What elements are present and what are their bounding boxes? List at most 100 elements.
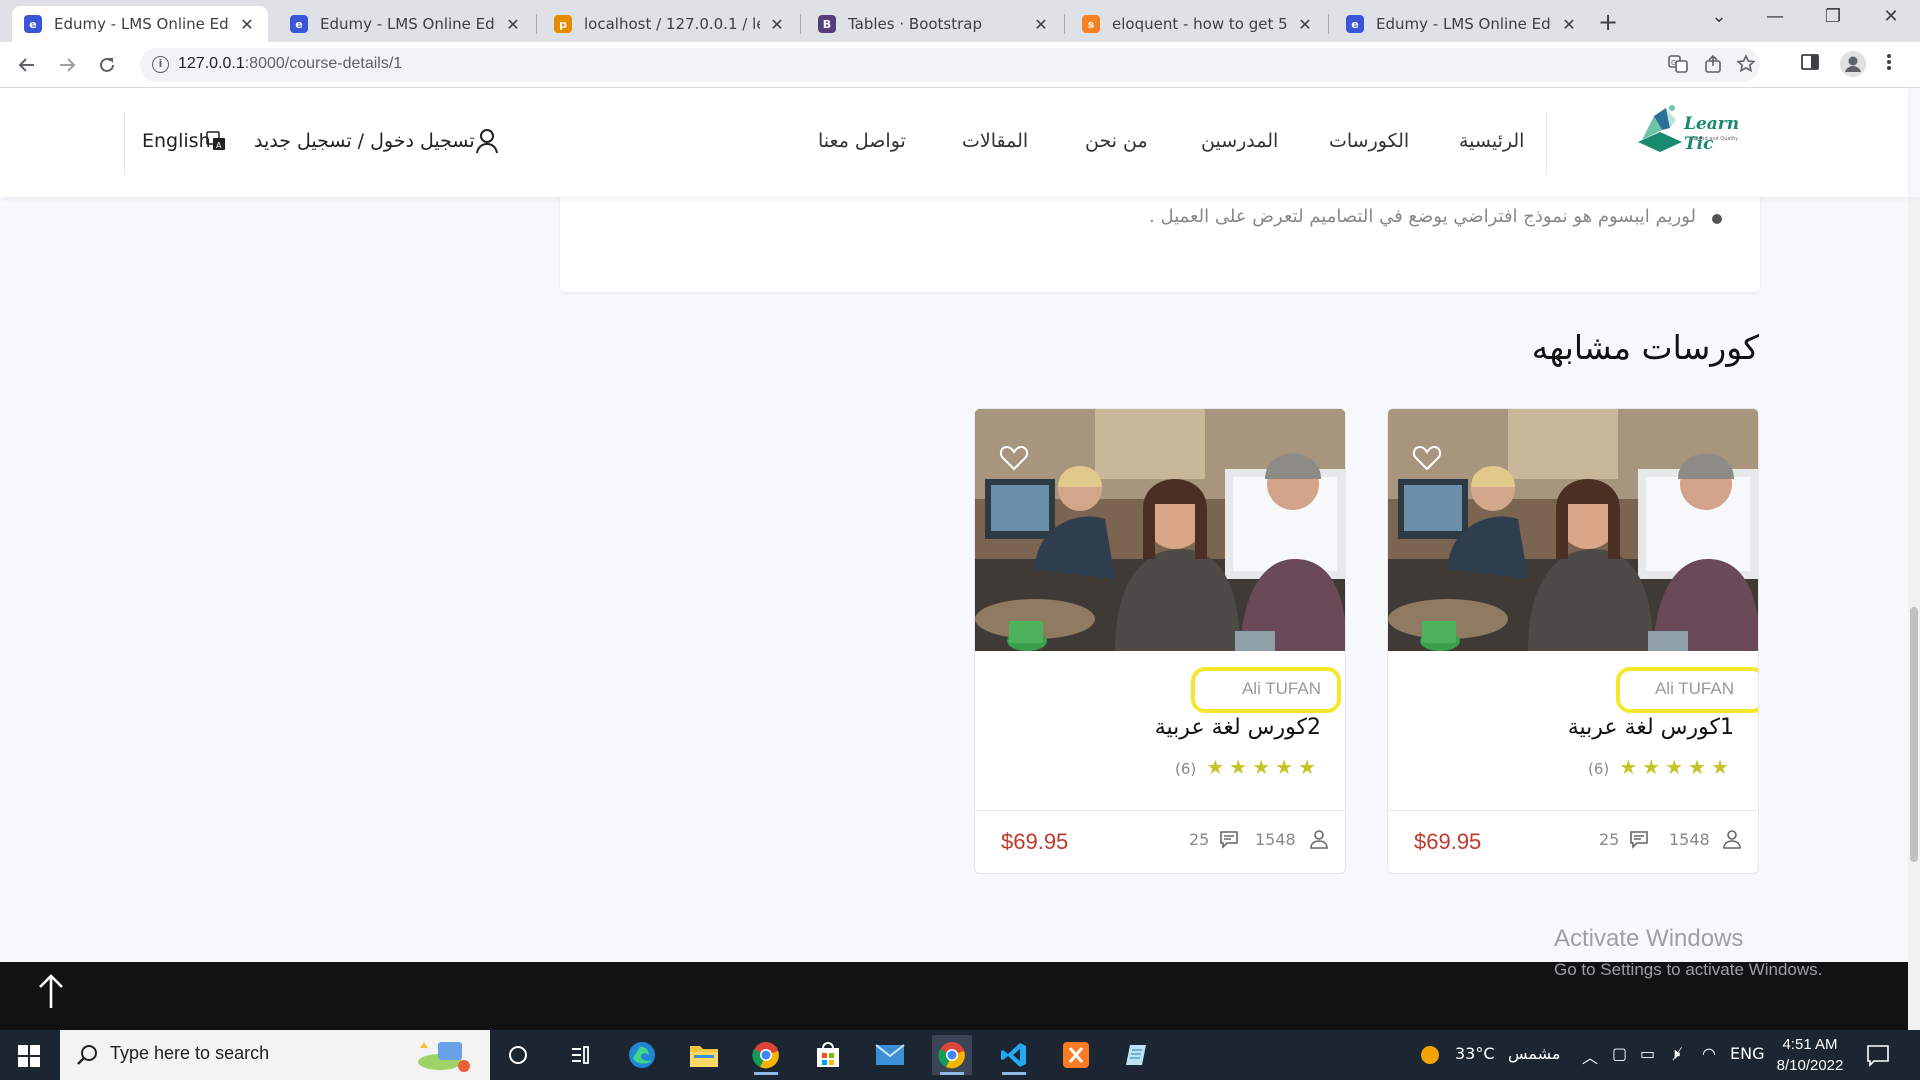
weather-temperature[interactable]: 33°C xyxy=(1455,1044,1495,1063)
user-icon[interactable] xyxy=(475,128,499,154)
browser-tab-5[interactable]: s eloquent - how to get 5 cat ✕ xyxy=(1070,6,1326,42)
student-icon xyxy=(1310,830,1328,849)
file-explorer-icon[interactable] xyxy=(684,1035,724,1075)
logo-mark-icon xyxy=(1638,105,1682,152)
browser-tab-2[interactable]: e Edumy - LMS Online Educat ✕ xyxy=(278,6,534,42)
comment-count: 25 xyxy=(1599,830,1620,849)
course-title[interactable]: 2كورس لغة عربية xyxy=(1155,715,1321,740)
chrome-active-icon[interactable] xyxy=(932,1035,972,1075)
arrow-right-icon xyxy=(60,58,76,72)
stackoverflow-icon: s xyxy=(1082,15,1100,33)
bootstrap-icon: B xyxy=(818,15,836,33)
side-panel-icon[interactable] xyxy=(1800,52,1820,77)
wifi-icon[interactable]: ◠ xyxy=(1702,1044,1716,1063)
windows-start-icon[interactable] xyxy=(18,1045,40,1067)
browser-menu-icon[interactable] xyxy=(1886,52,1892,77)
course-image[interactable] xyxy=(975,409,1345,651)
close-icon[interactable]: ✕ xyxy=(1560,15,1578,34)
input-language[interactable]: ENG xyxy=(1730,1044,1764,1063)
comment-icon xyxy=(1630,831,1648,849)
course-card[interactable]: Ali TUFAN 2كورس لغة عربية ★★★★★ (6) $69.… xyxy=(974,408,1346,874)
tab-title: localhost / 127.0.0.1 / learn xyxy=(584,15,760,33)
volume-muted-icon[interactable]: 🕨̸ xyxy=(1670,1044,1680,1064)
forward-button[interactable] xyxy=(52,50,82,80)
edumy-icon: e xyxy=(1346,15,1364,33)
page-scrollbar[interactable] xyxy=(1908,197,1920,1030)
student-count: 1548 xyxy=(1255,830,1296,849)
scrollbar-thumb[interactable] xyxy=(1910,607,1918,862)
course-title[interactable]: 1كورس لغة عربية xyxy=(1568,715,1734,740)
site-header: Learn Tic Speed and Quality الرئيسية الك… xyxy=(0,88,1908,197)
nav-articles[interactable]: المقالات xyxy=(962,130,1028,152)
edge-icon[interactable] xyxy=(622,1035,662,1075)
course-card[interactable]: Ali TUFAN 1كورس لغة عربية ★★★★★ (6) $69.… xyxy=(1387,408,1759,874)
vscode-icon[interactable] xyxy=(994,1035,1034,1075)
close-icon[interactable]: ✕ xyxy=(504,15,522,34)
language-switch[interactable]: English xyxy=(142,130,211,152)
profile-avatar[interactable] xyxy=(1840,51,1866,77)
nav-about[interactable]: من نحن xyxy=(1085,130,1148,152)
mail-icon[interactable] xyxy=(870,1035,910,1075)
heart-icon[interactable] xyxy=(1412,443,1442,473)
browser-tab-4[interactable]: B Tables · Bootstrap ✕ xyxy=(806,6,1062,42)
person-icon xyxy=(1845,56,1861,72)
window-close-button[interactable]: ✕ xyxy=(1876,6,1906,27)
student-icon xyxy=(1723,830,1741,849)
new-tab-button[interactable]: + xyxy=(1598,8,1618,36)
office-photo-image xyxy=(1388,409,1758,651)
tab-separator xyxy=(800,14,801,34)
tray-chevron-icon[interactable]: ︿ xyxy=(1582,1044,1598,1068)
nav-contact[interactable]: تواصل معنا xyxy=(818,130,906,152)
logo-tagline: Speed and Quality xyxy=(1692,136,1739,142)
battery-icon[interactable]: ▭ xyxy=(1640,1044,1655,1063)
translate-icon[interactable]: G xyxy=(1668,54,1688,79)
close-icon[interactable]: ✕ xyxy=(1296,15,1314,34)
search-placeholder: Type here to search xyxy=(110,1043,270,1063)
card-divider xyxy=(1388,810,1758,811)
nav-home[interactable]: الرئيسية xyxy=(1459,130,1524,152)
bookmark-star-icon[interactable] xyxy=(1736,54,1756,79)
notification-center-icon[interactable] xyxy=(1866,1043,1890,1067)
store-icon[interactable] xyxy=(808,1035,848,1075)
xampp-icon[interactable] xyxy=(1056,1035,1096,1075)
restore-button[interactable]: ❐ xyxy=(1818,6,1848,27)
close-icon[interactable]: ✕ xyxy=(238,15,256,34)
share-icon[interactable] xyxy=(1704,54,1724,79)
close-icon[interactable]: ✕ xyxy=(1032,15,1050,34)
browser-tab-3[interactable]: p localhost / 127.0.0.1 / learn ✕ xyxy=(542,6,798,42)
tab-search-chevron-icon[interactable]: ⌄ xyxy=(1704,6,1734,27)
close-icon[interactable]: ✕ xyxy=(768,15,786,34)
review-count: (6) xyxy=(1588,760,1610,778)
nav-teachers[interactable]: المدرسين xyxy=(1201,130,1278,152)
heart-icon[interactable] xyxy=(999,443,1029,473)
taskbar-clock[interactable]: 4:51 AM 8/10/2022 xyxy=(1770,1034,1850,1076)
instructor-name[interactable]: Ali TUFAN xyxy=(1242,679,1321,699)
browser-tab-6[interactable]: e Edumy - LMS Online Educat ✕ xyxy=(1334,6,1590,42)
clock-date: 8/10/2022 xyxy=(1776,1057,1844,1074)
login-register-link[interactable]: تسجيل دخول / تسجيل جديد xyxy=(254,130,475,152)
task-view-icon[interactable] xyxy=(498,1035,538,1075)
weather-sun-icon[interactable] xyxy=(1420,1045,1440,1065)
chrome-icon[interactable] xyxy=(746,1035,786,1075)
taskbar-search-box[interactable]: Type here to search xyxy=(60,1030,490,1080)
arrow-up-icon[interactable] xyxy=(36,972,66,1012)
meet-now-icon[interactable]: ▢ xyxy=(1612,1044,1627,1063)
site-logo[interactable]: Learn Tic Speed and Quality xyxy=(1632,102,1772,162)
reload-button[interactable] xyxy=(92,50,122,80)
translate-icon[interactable]: A xyxy=(206,131,226,151)
instructor-name[interactable]: Ali TUFAN xyxy=(1655,679,1734,699)
card-divider xyxy=(975,810,1345,811)
weather-condition[interactable]: مشمس xyxy=(1508,1044,1561,1063)
address-bar[interactable]: i 127.0.0.1:8000/course-details/1 G xyxy=(140,48,1760,82)
minimize-button[interactable]: — xyxy=(1760,6,1790,27)
review-count: (6) xyxy=(1175,760,1197,778)
back-button[interactable] xyxy=(12,50,42,80)
site-info-icon[interactable]: i xyxy=(152,56,169,73)
svg-text:G: G xyxy=(1671,59,1676,67)
course-image[interactable] xyxy=(1388,409,1758,651)
nav-courses[interactable]: الكورسات xyxy=(1329,130,1409,152)
notepad-icon[interactable] xyxy=(1118,1035,1158,1075)
rating-stars-icon: ★★★★★ xyxy=(1206,755,1321,779)
browser-tab-1[interactable]: e Edumy - LMS Online Educat ✕ xyxy=(12,6,268,42)
widgets-icon[interactable] xyxy=(560,1035,600,1075)
